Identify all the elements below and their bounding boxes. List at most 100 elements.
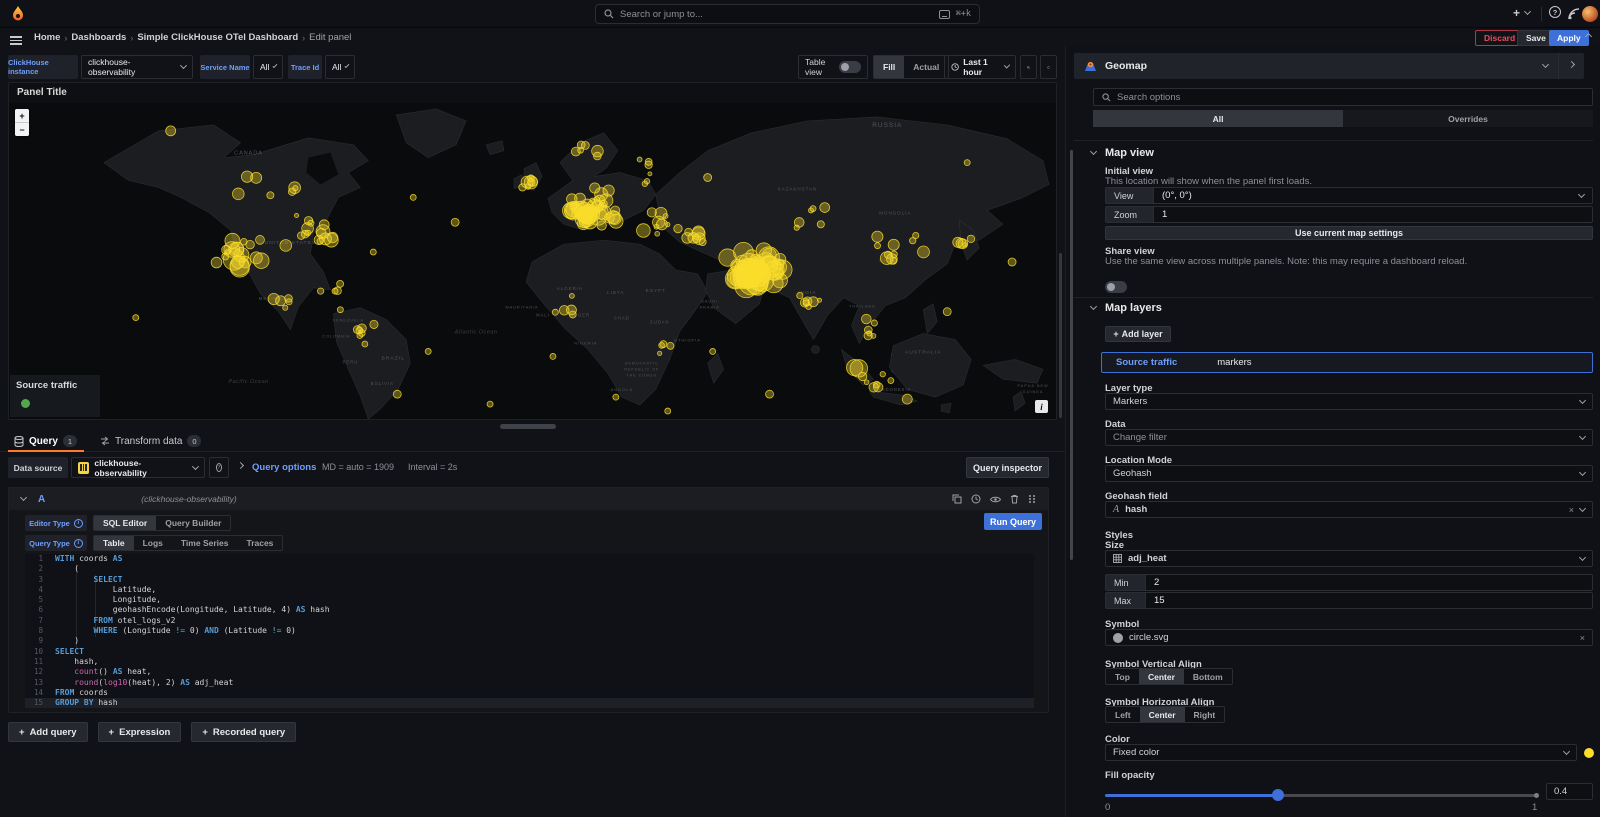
min-input[interactable]: 2 <box>1145 574 1593 591</box>
tab-query[interactable]: Query 1 <box>14 430 77 452</box>
symbol-horizontal-align-group[interactable]: LeftCenterRight <box>1105 706 1225 723</box>
map-attribution-button[interactable]: i <box>1035 400 1048 413</box>
option-actual[interactable]: Actual <box>904 56 948 78</box>
code-line[interactable]: 7 FROM otel_logs_v2 <box>25 616 1034 626</box>
clear-icon[interactable]: × <box>1569 505 1574 515</box>
panel-type-header[interactable]: Geomap <box>1074 53 1584 79</box>
option-fill[interactable]: Fill <box>874 56 904 78</box>
code-line[interactable]: 6 geohashEncode(Longitude, Latitude, 4) … <box>25 605 1034 615</box>
clear-icon[interactable]: × <box>1580 633 1585 643</box>
clickhouse-instance-select[interactable]: clickhouse-observability <box>81 55 193 79</box>
trace-id-select[interactable]: All <box>325 55 355 79</box>
map-zoom-out-button[interactable]: − <box>15 123 29 136</box>
panel-resize-handle[interactable] <box>500 424 556 429</box>
code-line[interactable]: 1WITH coords AS <box>25 554 1034 564</box>
max-input[interactable]: 15 <box>1145 592 1593 609</box>
option-time-series[interactable]: Time Series <box>172 536 238 550</box>
code-line[interactable]: 15GROUP BY hash <box>25 698 1034 708</box>
fill-opacity-input[interactable]: 0.4 <box>1546 783 1593 800</box>
editor-type-group[interactable]: SQL EditorQuery Builder <box>93 515 231 531</box>
symbol-vertical-align-group[interactable]: TopCenterBottom <box>1105 668 1233 685</box>
add-query-button[interactable]: +Add query <box>8 722 88 742</box>
option-all[interactable]: All <box>1093 110 1343 127</box>
sql-editor[interactable]: 1WITH coords AS2 (3 SELECT4 Latitude,5 L… <box>25 554 1034 708</box>
user-avatar[interactable] <box>1582 6 1598 22</box>
world-map[interactable]: RUSSIACANADAUNITED STATESMEXICOVENEZUELA… <box>9 103 1056 419</box>
code-line[interactable]: 8 WHERE (Longitude != 0) AND (Latitude !… <box>25 626 1034 636</box>
code-line[interactable]: 10SELECT <box>25 647 1034 657</box>
option-query-builder[interactable]: Query Builder <box>156 516 230 530</box>
code-line[interactable]: 13 round(log10(heat), 2) AS adj_heat <box>25 678 1034 688</box>
option-logs[interactable]: Logs <box>134 536 172 550</box>
zoom-out-time-button[interactable] <box>1020 55 1037 79</box>
code-line[interactable]: 2 ( <box>25 564 1034 574</box>
code-line[interactable]: 9 ) <box>25 636 1034 646</box>
chevron-down-icon[interactable] <box>1542 61 1549 68</box>
news-rss-icon[interactable] <box>1568 8 1580 20</box>
service-name-select[interactable]: All <box>253 55 283 79</box>
query-row-header[interactable]: A (clickhouse-observability) <box>9 488 1048 510</box>
option-overrides[interactable]: Overrides <box>1343 110 1593 127</box>
left-pane-scrollbar[interactable] <box>1059 253 1062 418</box>
option-sql-editor[interactable]: SQL Editor <box>94 516 156 530</box>
code-line[interactable]: 11 hash, <box>25 657 1034 667</box>
time-range-picker[interactable]: Last 1 hour <box>944 55 1016 79</box>
new-menu-button[interactable]: + <box>1513 6 1530 20</box>
option-right[interactable]: Right <box>1185 707 1225 722</box>
query-options-toggle[interactable]: Query options <box>252 462 316 473</box>
code-line[interactable]: 12 count() AS heat, <box>25 667 1034 677</box>
datasource-help-button[interactable]: ? <box>209 457 229 478</box>
section-map-view[interactable]: Map view <box>1091 147 1154 159</box>
layer-type-select[interactable]: Markers <box>1105 393 1593 410</box>
color-swatch[interactable] <box>1584 748 1594 758</box>
recorded-query-button[interactable]: +Recorded query <box>191 722 296 742</box>
query-inspector-button[interactable]: Query inspector <box>966 457 1049 478</box>
add-layer-button[interactable]: +Add layer <box>1105 326 1171 342</box>
breadcrumb-item[interactable]: Dashboards <box>71 32 126 43</box>
table-view-toggle[interactable]: Table view <box>798 55 868 79</box>
history-icon[interactable] <box>971 494 981 504</box>
drag-handle-icon[interactable] <box>1028 494 1036 504</box>
duplicate-icon[interactable] <box>952 494 962 504</box>
trash-icon[interactable] <box>1010 494 1019 504</box>
map-zoom-in-button[interactable]: + <box>15 109 29 122</box>
options-tabs[interactable]: AllOverrides <box>1093 110 1593 127</box>
zoom-input[interactable]: 1 <box>1153 206 1593 223</box>
option-bottom[interactable]: Bottom <box>1184 669 1232 684</box>
share-view-toggle[interactable] <box>1105 281 1127 293</box>
menu-toggle-icon[interactable] <box>10 34 22 47</box>
run-query-button[interactable]: Run Query <box>984 513 1042 530</box>
tab-transform-data[interactable]: Transform data 0 <box>100 430 201 452</box>
datasource-select[interactable]: clickhouse-observability <box>71 457 205 478</box>
fill-actual-group[interactable]: FillActual <box>873 55 949 79</box>
refresh-button[interactable] <box>1040 55 1057 79</box>
option-table[interactable]: Table <box>94 536 134 550</box>
option-center[interactable]: Center <box>1139 669 1184 684</box>
eye-icon[interactable] <box>990 495 1001 504</box>
expression-button[interactable]: +Expression <box>98 722 182 742</box>
breadcrumb-item[interactable]: Home <box>34 32 60 43</box>
data-select[interactable]: Change filter <box>1105 429 1593 446</box>
slider-handle[interactable] <box>1272 789 1284 801</box>
query-options-chevron-icon[interactable] <box>237 462 244 469</box>
location-mode-select[interactable]: Geohash <box>1105 465 1593 482</box>
options-scrollbar[interactable] <box>1070 150 1073 560</box>
color-select[interactable]: Fixed color <box>1105 744 1577 761</box>
code-line[interactable]: 14FROM coords <box>25 688 1034 698</box>
option-top[interactable]: Top <box>1106 669 1139 684</box>
apply-button[interactable]: Apply <box>1549 30 1589 46</box>
option-left[interactable]: Left <box>1106 707 1140 722</box>
code-line[interactable]: 5 Longitude, <box>25 595 1034 605</box>
help-icon[interactable]: ? <box>1549 6 1561 18</box>
options-search[interactable]: Search options <box>1093 88 1593 106</box>
code-line[interactable]: 4 Latitude, <box>25 585 1034 595</box>
section-map-layers[interactable]: Map layers <box>1091 302 1162 314</box>
geomap-panel[interactable]: Panel Title <box>8 82 1057 420</box>
code-line[interactable]: 3 SELECT <box>25 575 1034 585</box>
collapse-query-icon[interactable] <box>20 494 27 501</box>
collapse-pane-icon[interactable] <box>1568 61 1575 68</box>
option-traces[interactable]: Traces <box>237 536 282 550</box>
layer-row-source-traffic[interactable]: Source traffic markers <box>1101 352 1593 373</box>
global-search[interactable]: Search or jump to... ⌘+k <box>595 4 980 24</box>
fill-opacity-slider[interactable] <box>1105 789 1537 801</box>
